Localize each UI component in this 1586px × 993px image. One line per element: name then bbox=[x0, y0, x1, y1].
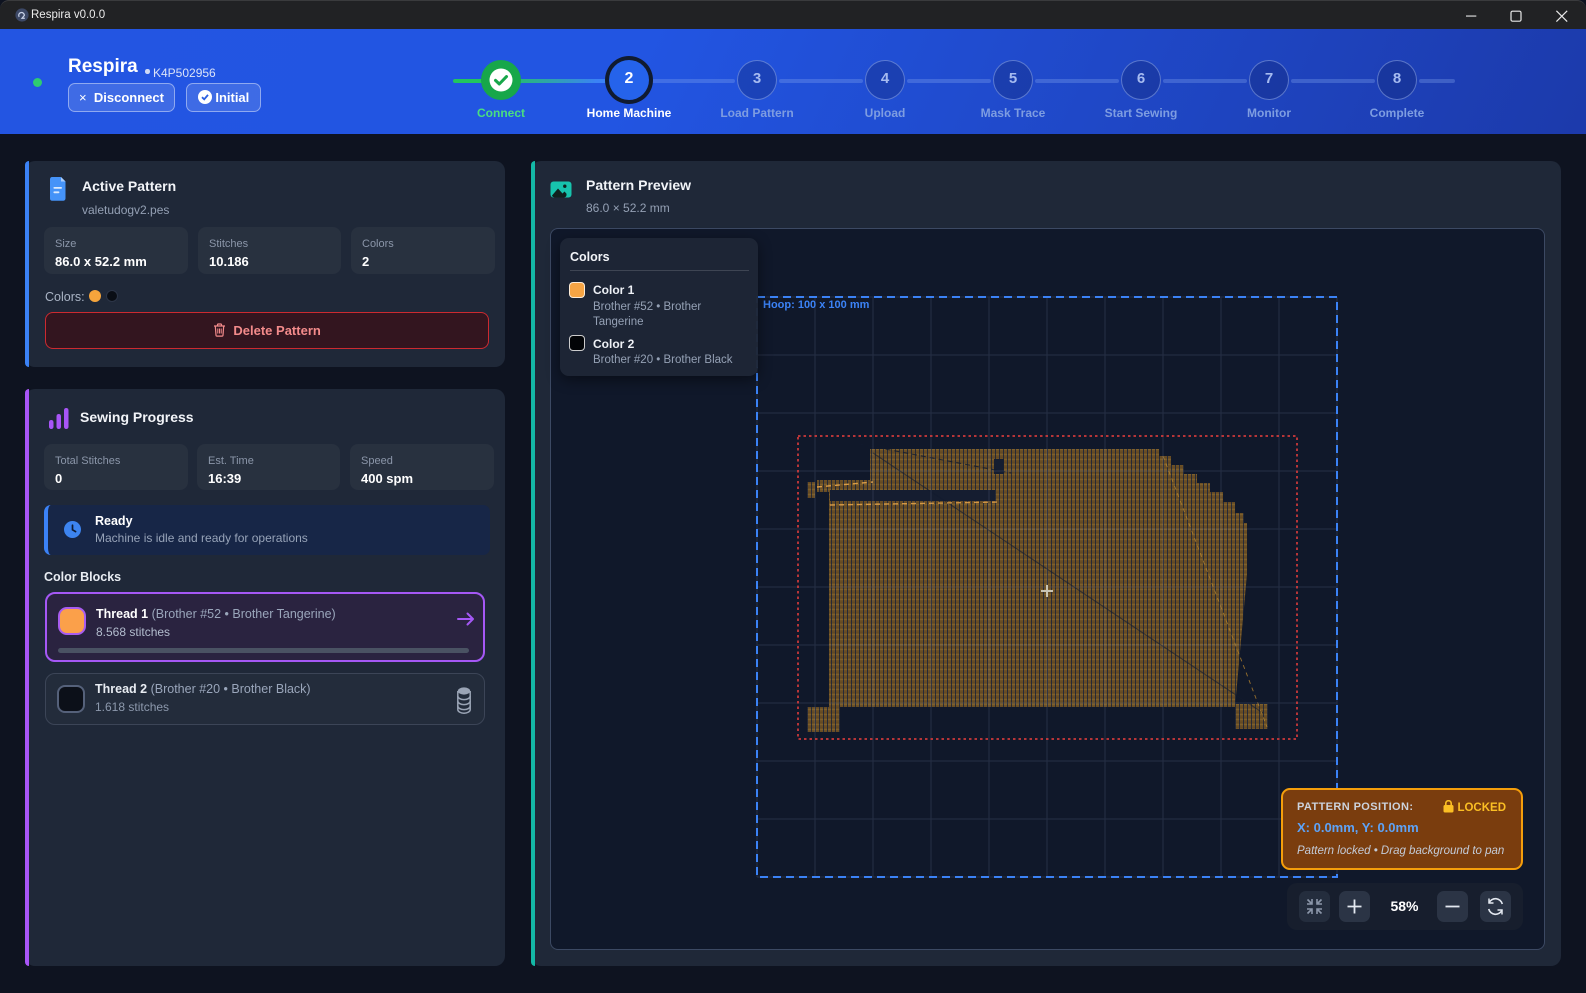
svg-text:Hoop: 100 x 100 mm: Hoop: 100 x 100 mm bbox=[763, 299, 870, 311]
